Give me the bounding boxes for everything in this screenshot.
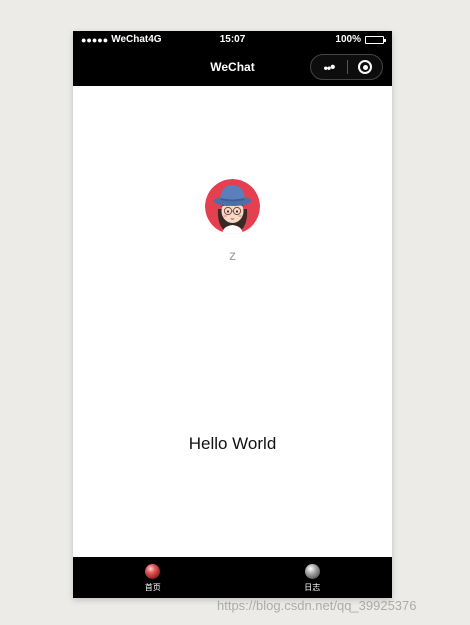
battery-percent: 100% bbox=[335, 34, 361, 45]
user-nickname: z bbox=[229, 247, 236, 263]
phone-screen: ●●●●● WeChat4G 15:07 100% WeChat ••• z H… bbox=[73, 31, 392, 598]
user-avatar[interactable] bbox=[205, 179, 260, 234]
red-ball-icon bbox=[145, 564, 161, 579]
target-circle-icon bbox=[358, 60, 372, 74]
nav-bar: WeChat ••• bbox=[73, 49, 392, 86]
battery-icon bbox=[365, 35, 386, 44]
tab-home-label: 首页 bbox=[144, 583, 161, 592]
more-dots-icon[interactable]: ••• bbox=[311, 59, 347, 76]
status-bar: ●●●●● WeChat4G 15:07 100% bbox=[73, 31, 392, 49]
close-button[interactable] bbox=[348, 60, 382, 74]
watermark-text: https://blog.csdn.net/qq_39925376 bbox=[217, 598, 417, 613]
greeting-text: Hello World bbox=[188, 434, 277, 453]
tab-logs[interactable]: 日志 bbox=[233, 557, 393, 598]
tab-bar: 首页 日志 bbox=[73, 557, 392, 598]
tab-home[interactable]: 首页 bbox=[73, 557, 233, 598]
battery-indicator: 100% bbox=[335, 34, 386, 45]
tab-logs-label: 日志 bbox=[304, 583, 321, 592]
gray-ball-icon bbox=[304, 564, 320, 579]
menu-capsule: ••• bbox=[310, 54, 383, 80]
girl-avatar-icon bbox=[205, 179, 260, 234]
